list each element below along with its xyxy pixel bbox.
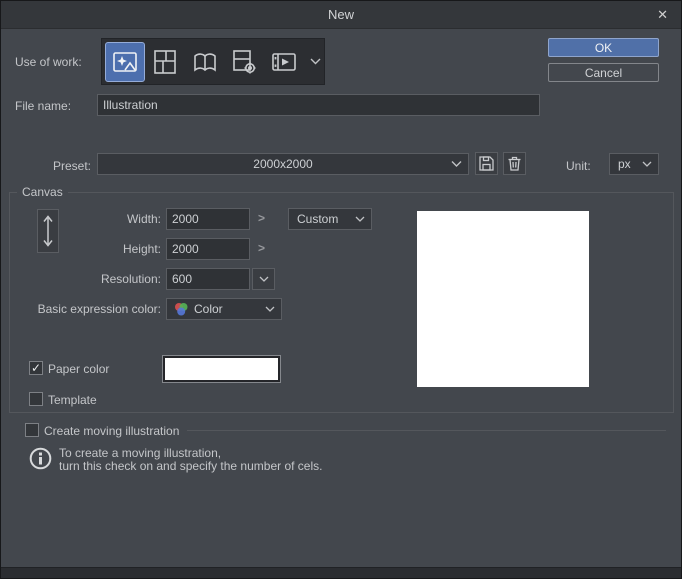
- file-name-input[interactable]: [97, 94, 540, 116]
- delete-preset-button[interactable]: [503, 152, 526, 175]
- moving-illustration-info-line1: To create a moving illustration,: [59, 446, 222, 460]
- moving-illustration-info-line2: turn this check on and specify the numbe…: [59, 459, 323, 473]
- ok-button[interactable]: OK: [548, 38, 659, 57]
- dialog-title: New: [327, 7, 354, 22]
- height-input[interactable]: [166, 238, 250, 260]
- preset-label: Preset:: [52, 159, 91, 173]
- trash-icon: [506, 155, 523, 172]
- use-of-work-multiple-pages-button[interactable]: [185, 42, 225, 82]
- use-of-work-strip: [101, 38, 325, 85]
- swap-width-height-button[interactable]: [37, 209, 59, 253]
- file-name-label: File name:: [15, 99, 72, 113]
- size-preset-dropdown[interactable]: Custom: [288, 208, 372, 230]
- close-icon[interactable]: ✕: [657, 1, 668, 28]
- use-of-work-comic-button[interactable]: [145, 42, 185, 82]
- chevron-down-icon: [451, 161, 462, 168]
- template-checkbox[interactable]: [29, 392, 43, 406]
- width-input[interactable]: [166, 208, 250, 230]
- height-link-icon: >: [258, 241, 266, 255]
- illustration-icon: [111, 48, 139, 76]
- preset-value: 2000x2000: [253, 157, 313, 171]
- chevron-down-icon: [642, 161, 652, 167]
- save-preset-icon: [478, 155, 495, 172]
- size-preset-value: Custom: [297, 212, 339, 226]
- chevron-down-icon: [265, 306, 275, 312]
- preset-dropdown[interactable]: 2000x2000: [97, 153, 469, 175]
- check-icon: ✓: [30, 361, 42, 375]
- basic-expression-color-value: Color: [194, 302, 223, 316]
- canvas-preview: [417, 211, 589, 387]
- create-moving-illustration-checkbox[interactable]: [25, 423, 39, 437]
- resolution-dropdown-button[interactable]: [252, 268, 275, 290]
- basic-expression-color-label: Basic expression color:: [37, 302, 161, 316]
- use-of-work-all-comic-settings-button[interactable]: [224, 42, 264, 82]
- cancel-button[interactable]: Cancel: [548, 63, 659, 82]
- info-icon: [29, 447, 52, 470]
- paper-color-swatch[interactable]: [163, 356, 280, 382]
- paper-color-checkbox[interactable]: ✓: [29, 361, 43, 375]
- use-of-work-chevron-down-icon[interactable]: [310, 58, 321, 65]
- animation-icon: [270, 48, 298, 76]
- paper-color-label: Paper color: [48, 362, 110, 376]
- width-label: Width:: [126, 212, 161, 226]
- use-of-work-illustration-button[interactable]: [105, 41, 145, 82]
- comic-settings-icon: [230, 48, 258, 76]
- height-label: Height:: [122, 242, 161, 256]
- create-moving-illustration-label: Create moving illustration: [44, 424, 180, 438]
- canvas-group-label: Canvas: [17, 185, 68, 199]
- window-bottom-edge: [1, 567, 681, 578]
- width-link-icon: >: [258, 211, 266, 225]
- new-document-dialog: New ✕ Use of work: OK Cancel File name: …: [0, 0, 682, 579]
- unit-dropdown[interactable]: px: [609, 153, 659, 175]
- chevron-down-icon: [355, 216, 365, 222]
- basic-expression-color-dropdown[interactable]: Color: [166, 298, 282, 320]
- resolution-label: Resolution:: [100, 272, 161, 286]
- chevron-down-icon: [259, 276, 269, 282]
- comic-icon: [151, 48, 179, 76]
- use-of-work-animation-button[interactable]: [264, 42, 304, 82]
- swap-width-height-icon: [41, 214, 55, 248]
- title-bar[interactable]: New ✕: [1, 1, 681, 29]
- resolution-input[interactable]: [166, 268, 250, 290]
- use-of-work-label: Use of work:: [15, 55, 82, 69]
- template-label: Template: [48, 393, 97, 407]
- save-preset-button[interactable]: [475, 152, 498, 175]
- unit-label: Unit:: [566, 159, 591, 173]
- unit-value: px: [618, 157, 631, 171]
- color-mode-icon: [173, 301, 189, 317]
- divider: [187, 430, 666, 431]
- multiple-pages-icon: [191, 48, 219, 76]
